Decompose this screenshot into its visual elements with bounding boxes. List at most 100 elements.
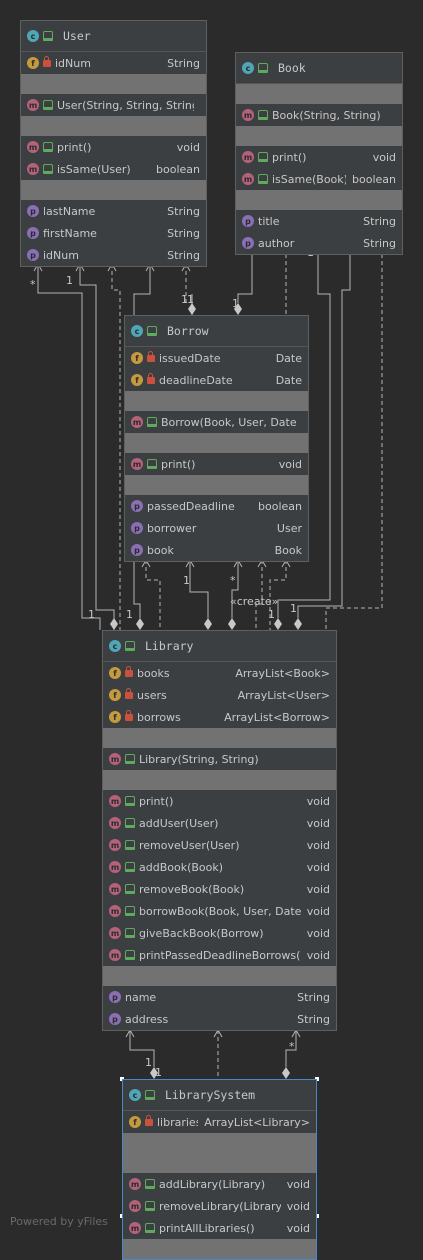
member-type: User xyxy=(276,521,302,535)
multiplicity-label: 1 xyxy=(88,608,95,621)
method-row[interactable]: m borrowBook(Book, User, Date) void xyxy=(103,900,336,922)
method-row[interactable]: m print() void xyxy=(103,790,336,812)
method-row[interactable]: m addBook(Book) void xyxy=(103,856,336,878)
method-row[interactable]: m print() void xyxy=(125,453,308,475)
section-separator xyxy=(103,728,336,748)
member-name: addUser(User) xyxy=(139,816,219,830)
property-icon: p xyxy=(27,205,39,217)
class-name: Book xyxy=(278,61,306,75)
method-row[interactable]: m addUser(User) void xyxy=(103,812,336,834)
constructor-row[interactable]: m Library(String, String) xyxy=(103,748,336,770)
class-librarysystem[interactable]: c LibrarySystem f libraries ArrayList<Libra… xyxy=(122,1079,317,1260)
method-row[interactable]: m isSame(User) boolean xyxy=(21,158,206,180)
property-row[interactable]: p lastName String xyxy=(21,200,206,222)
member-type: Book xyxy=(274,543,302,557)
class-header: c LibrarySystem xyxy=(123,1080,316,1111)
method-row[interactable]: m print() void xyxy=(21,136,206,158)
member-type: String xyxy=(167,204,200,218)
private-lock-icon xyxy=(125,665,133,677)
public-icon xyxy=(125,641,135,651)
multiplicity-label: * xyxy=(289,1040,295,1053)
member-name: passedDeadline xyxy=(147,499,235,513)
field-row[interactable]: f borrows ArrayList<Borrow> xyxy=(103,706,336,728)
method-row[interactable]: m addLibrary(Library) void xyxy=(123,1173,316,1195)
member-type: String xyxy=(297,1012,330,1026)
constructor-row[interactable]: m Book(String, String) xyxy=(236,104,402,126)
property-row[interactable]: p author String xyxy=(236,232,402,254)
private-lock-icon xyxy=(147,350,155,362)
property-row[interactable]: p firstName String xyxy=(21,222,206,244)
multiplicity-label: 1 xyxy=(290,602,297,615)
public-lock-icon xyxy=(147,459,157,469)
field-row[interactable]: f libraries ArrayList<Library> xyxy=(123,1111,316,1133)
property-row[interactable]: p borrower User xyxy=(125,517,308,539)
member-type: boolean xyxy=(352,172,396,186)
constructor-row[interactable]: m Borrow(Book, User, Date) xyxy=(125,411,308,433)
create-stereotype-label: «create» xyxy=(230,595,278,608)
field-row[interactable]: f idNum String xyxy=(21,52,206,74)
field-icon: f xyxy=(131,352,143,364)
section-separator xyxy=(236,190,402,210)
member-name: users xyxy=(137,688,167,702)
method-row[interactable]: m isSame(Book) boolean xyxy=(236,168,402,190)
method-row[interactable]: m removeLibrary(Library) void xyxy=(123,1195,316,1217)
method-row[interactable]: m printAllLibraries() void xyxy=(123,1217,316,1239)
class-library[interactable]: c Library f books ArrayList<Book> f users Arra… xyxy=(102,630,337,1031)
member-type: void xyxy=(372,150,396,164)
member-name: print() xyxy=(272,150,307,164)
field-row[interactable]: f deadlineDate Date xyxy=(125,369,308,391)
member-type: boolean xyxy=(258,499,302,513)
field-row[interactable]: f issuedDate Date xyxy=(125,347,308,369)
field-row[interactable]: f books ArrayList<Book> xyxy=(103,662,336,684)
public-lock-icon xyxy=(145,1201,155,1211)
property-icon: p xyxy=(131,500,143,512)
method-icon: m xyxy=(109,883,121,895)
field-icon: f xyxy=(109,711,121,723)
member-name: book xyxy=(147,543,174,557)
property-row[interactable]: p passedDeadline boolean xyxy=(125,495,308,517)
public-icon xyxy=(43,31,53,41)
member-name: print() xyxy=(161,457,196,471)
edge-dep-user xyxy=(111,264,121,630)
member-name: author xyxy=(258,236,295,250)
property-icon: p xyxy=(242,237,254,249)
class-user[interactable]: c User f idNum String m User(String, String, … xyxy=(20,20,207,267)
class-borrow[interactable]: c Borrow f issuedDate Date f deadlineDate Date… xyxy=(124,315,309,562)
method-row[interactable]: m printPassedDeadlineBorrows() void xyxy=(103,944,336,966)
method-row[interactable]: m giveBackBook(Borrow) void xyxy=(103,922,336,944)
public-icon xyxy=(258,63,268,73)
private-lock-icon xyxy=(147,372,155,384)
property-row[interactable]: p name String xyxy=(103,986,336,1008)
class-name: LibrarySystem xyxy=(165,1088,256,1102)
section-separator xyxy=(125,475,308,495)
method-row[interactable]: m print() void xyxy=(236,146,402,168)
field-row[interactable]: f users ArrayList<User> xyxy=(103,684,336,706)
member-name: printAllLibraries() xyxy=(159,1221,255,1235)
member-type: ArrayList<Library> xyxy=(204,1115,310,1129)
multiplicity-label: 1 xyxy=(126,608,133,621)
member-type: Date xyxy=(275,351,302,365)
property-row[interactable]: p idNum String xyxy=(21,244,206,266)
method-row[interactable]: m removeUser(User) void xyxy=(103,834,336,856)
method-row[interactable]: m removeBook(Book) void xyxy=(103,878,336,900)
property-row[interactable]: p book Book xyxy=(125,539,308,561)
property-icon: p xyxy=(27,227,39,239)
public-lock-icon xyxy=(145,1223,155,1233)
field-icon: f xyxy=(131,374,143,386)
edge-library-borrow xyxy=(189,560,209,618)
member-type: String xyxy=(167,56,200,70)
method-icon: m xyxy=(129,1222,141,1234)
powered-by-label: Powered by yFiles xyxy=(10,1215,108,1228)
class-book[interactable]: c Book m Book(String, String) m print() void m… xyxy=(235,52,403,255)
edge-library-users xyxy=(37,264,101,630)
property-row[interactable]: p title String xyxy=(236,210,402,232)
method-icon: m xyxy=(109,753,121,765)
class-name: User xyxy=(63,29,91,43)
public-lock-icon xyxy=(147,417,157,427)
property-row[interactable]: p address String xyxy=(103,1008,336,1030)
property-icon: p xyxy=(131,522,143,534)
constructor-row[interactable]: m User(String, String, String) xyxy=(21,94,206,116)
public-lock-icon xyxy=(125,906,135,916)
method-icon: m xyxy=(131,458,143,470)
aggregation-diamond xyxy=(204,618,212,630)
